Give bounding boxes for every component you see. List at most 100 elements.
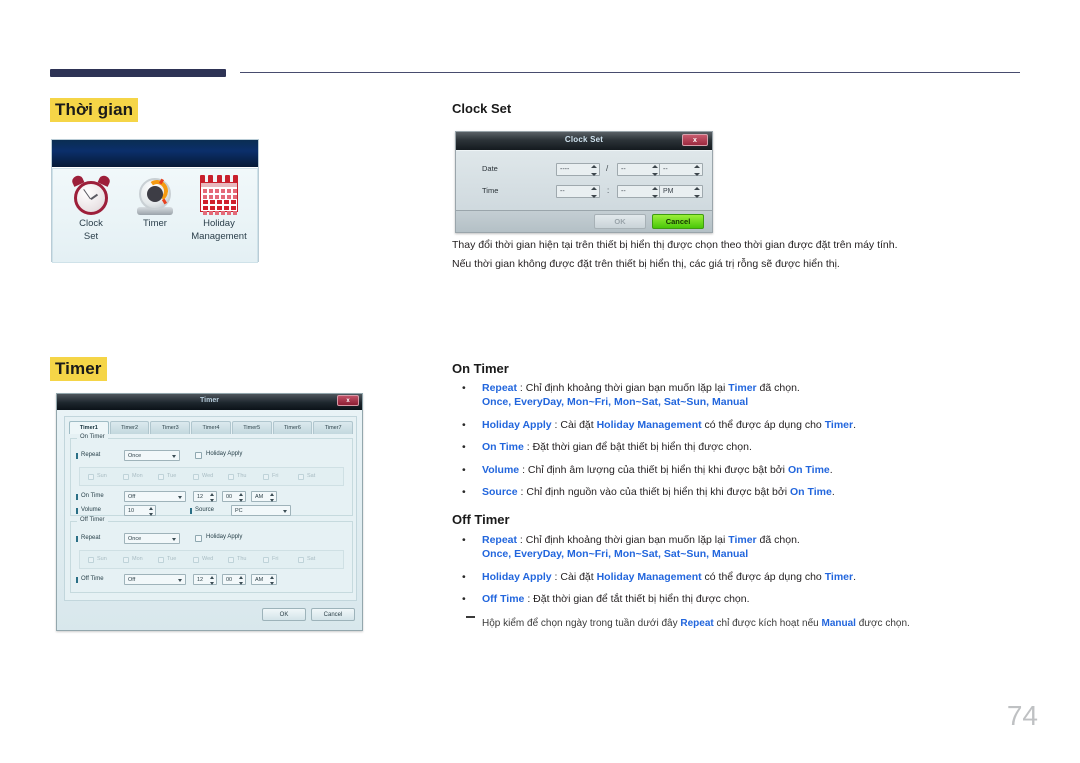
body-text-2: . bbox=[831, 486, 835, 499]
off-repeat-value: Once bbox=[128, 536, 142, 542]
timer-dialog: Timer x Timer1 Timer2 Timer3 Timer4 Time… bbox=[56, 393, 363, 631]
clock-set-meridiem-value: PM bbox=[663, 188, 674, 195]
clock-set-time-label: Time bbox=[482, 186, 499, 195]
term-source: Source bbox=[482, 486, 518, 499]
on-time-minute-stepper[interactable]: 00 bbox=[222, 491, 246, 502]
clock-set-meridiem-field[interactable]: PM bbox=[659, 185, 703, 198]
term-holiday-management: Holiday Management bbox=[596, 418, 702, 431]
clock-set-footer: OK Cancel bbox=[456, 210, 712, 232]
timer-ok-button[interactable]: OK bbox=[262, 608, 306, 621]
off-time-meridiem-value: AM bbox=[255, 577, 264, 583]
off-holiday-apply-label: Holiday Apply bbox=[206, 534, 243, 540]
on-timer-group-legend: On Timer bbox=[77, 434, 108, 440]
icon-panel-label-clock-line2: Set bbox=[83, 230, 99, 242]
calendar-icon bbox=[198, 175, 240, 217]
term-repeat: Repeat bbox=[482, 382, 518, 394]
icon-panel-item-holiday-management[interactable]: Holiday Management bbox=[187, 175, 251, 243]
body-text: Cài đặt bbox=[560, 418, 597, 431]
term-holiday-apply: Holiday Apply bbox=[482, 570, 552, 583]
bullet-dot-icon: • bbox=[462, 593, 466, 606]
on-time-meridiem-stepper[interactable]: AM bbox=[251, 491, 277, 502]
tab-timer4[interactable]: Timer4 bbox=[191, 421, 231, 434]
on-volume-stepper[interactable]: 10 bbox=[124, 505, 156, 516]
stepper-arrows-icon bbox=[149, 507, 154, 516]
on-timer-days-box: Sun Mon Tue Wed Thu Fri Sat bbox=[79, 467, 344, 486]
stepper-arrows-icon bbox=[210, 576, 215, 585]
off-time-minute-stepper[interactable]: 00 bbox=[222, 574, 246, 585]
list-item: • Holiday Apply : Cài đặt Holiday Manage… bbox=[452, 570, 1052, 584]
term-on-time: On Time bbox=[482, 441, 524, 454]
chevron-down-icon bbox=[172, 455, 176, 458]
off-time-mode-select[interactable]: Off bbox=[124, 574, 186, 585]
on-timer-bullet-list: • Repeat : Chỉ định khoảng thời gian bạn… bbox=[452, 381, 1052, 508]
off-timer-group: Off Timer Repeat Once Holiday Apply Sun … bbox=[70, 517, 353, 593]
body-text-2: có thể được áp dụng cho bbox=[701, 570, 825, 583]
body-text-3: . bbox=[853, 418, 857, 431]
off-repeat-label: Repeat bbox=[75, 535, 101, 542]
tab-timer2[interactable]: Timer2 bbox=[109, 421, 150, 434]
clock-set-cancel-button[interactable]: Cancel bbox=[652, 214, 704, 229]
body-text: Chỉ định âm lượng của thiết bị hiển thị … bbox=[527, 463, 788, 476]
close-icon[interactable]: x bbox=[682, 134, 708, 146]
icon-panel-item-timer[interactable]: Timer bbox=[123, 175, 187, 230]
on-source-select[interactable]: PC bbox=[231, 505, 291, 516]
clock-set-year-field[interactable]: ---- bbox=[556, 163, 600, 176]
bullet-dot-icon: • bbox=[462, 382, 466, 394]
on-source-value: PC bbox=[235, 508, 243, 514]
clock-set-year-value: ---- bbox=[560, 166, 570, 173]
tab-timer7[interactable]: Timer7 bbox=[313, 421, 354, 434]
bullet-dot-icon: • bbox=[462, 463, 466, 476]
clock-set-title: Clock Set bbox=[564, 135, 604, 144]
note-term-repeat: Repeat bbox=[680, 617, 714, 629]
tab-timer6[interactable]: Timer6 bbox=[272, 421, 313, 434]
off-timer-bullet-list: • Repeat : Chỉ định khoảng thời gian bạn… bbox=[452, 533, 1052, 631]
page-number: 74 bbox=[1006, 700, 1038, 731]
term-timer: Timer bbox=[728, 534, 757, 546]
icon-panel-label-timer-line1: Timer bbox=[143, 218, 167, 229]
clock-set-ok-button[interactable]: OK bbox=[594, 214, 646, 229]
clock-set-time-row: Time -- : -- PM bbox=[456, 185, 712, 199]
on-source-label: Source bbox=[189, 507, 215, 514]
off-time-meridiem-stepper[interactable]: AM bbox=[251, 574, 277, 585]
bullet-dot-icon: • bbox=[462, 534, 466, 546]
on-holiday-apply-label: Holiday Apply bbox=[206, 451, 243, 457]
on-time-hour-stepper[interactable]: 12 bbox=[193, 491, 217, 502]
kitchen-timer-icon bbox=[134, 175, 176, 217]
body-text-2: đã chọn. bbox=[756, 534, 800, 546]
icon-panel-item-clock-set[interactable]: Clock Set bbox=[59, 174, 123, 243]
clock-set-hour-field[interactable]: -- bbox=[556, 185, 600, 198]
clock-set-date-label: Date bbox=[482, 164, 498, 173]
term-timer: Timer bbox=[824, 418, 854, 431]
body-text: Chỉ định khoảng thời gian bạn muốn lặp l… bbox=[525, 382, 729, 394]
off-time-hour-stepper[interactable]: 12 bbox=[193, 574, 217, 585]
chevron-down-icon bbox=[178, 579, 182, 582]
note-part-a: Hộp kiểm để chọn ngày trong tuần dưới đâ… bbox=[482, 617, 681, 629]
timer-tabs: Timer1 Timer2 Timer3 Timer4 Timer5 Timer… bbox=[69, 421, 354, 434]
icon-panel-topbar bbox=[52, 140, 258, 167]
on-time-mode-select[interactable]: Off bbox=[124, 491, 186, 502]
off-time-label: Off Time bbox=[76, 576, 104, 583]
tab-timer5[interactable]: Timer5 bbox=[231, 421, 272, 434]
tab-timer1[interactable]: Timer1 bbox=[69, 421, 109, 434]
tab-timer3[interactable]: Timer3 bbox=[150, 421, 191, 434]
time-icon-panel: Clock Set Timer Holiday Management bbox=[51, 139, 259, 263]
off-repeat-select[interactable]: Once bbox=[124, 533, 180, 544]
icon-panel-label-clock-line1: Clock bbox=[79, 218, 103, 229]
body-text: Chỉ định nguồn vào của thiết bị hiển thị… bbox=[526, 486, 791, 499]
stepper-arrows-icon bbox=[652, 165, 658, 176]
on-volume-label: Volume bbox=[75, 507, 102, 514]
page-title-time: Thời gian bbox=[50, 98, 139, 123]
timer-cancel-button[interactable]: Cancel bbox=[311, 608, 355, 621]
close-icon[interactable]: x bbox=[337, 395, 359, 406]
list-item: • On Time : Đặt thời gian để bật thiết b… bbox=[452, 440, 1052, 454]
clock-set-minute-field[interactable]: -- bbox=[617, 185, 661, 198]
on-repeat-select[interactable]: Once bbox=[124, 450, 180, 461]
section-heading-on-timer: On Timer bbox=[452, 361, 509, 376]
off-time-minute-value: 00 bbox=[226, 577, 233, 583]
term-off-time: Off Time bbox=[482, 593, 525, 606]
icon-panel-label-holiday-line1: Holiday bbox=[203, 218, 235, 229]
clock-set-month-field[interactable]: -- bbox=[617, 163, 661, 176]
separator: : bbox=[524, 593, 534, 606]
stepper-arrows-icon bbox=[239, 576, 244, 585]
clock-set-day-field[interactable]: -- bbox=[659, 163, 703, 176]
